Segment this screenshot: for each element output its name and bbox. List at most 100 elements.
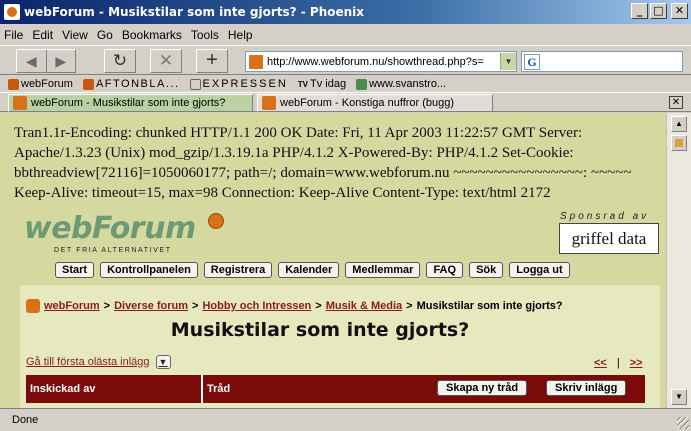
logo-wordmark: webForum <box>24 211 196 246</box>
reply-button[interactable]: Skriv inlägg <box>546 380 627 396</box>
bookmark-label: EXPRESSEN <box>202 78 288 90</box>
breadcrumb-separator: > <box>192 300 199 312</box>
tab-label: webForum - Konstiga nuffror (bugg) <box>280 97 455 109</box>
logout-button[interactable]: Logga ut <box>509 262 570 278</box>
raw-http-header-text: Tran1.1r-Encoding: chunked HTTP/1.1 200 … <box>14 125 632 201</box>
menu-tools[interactable]: Tools <box>191 28 219 42</box>
calendar-button[interactable]: Kalender <box>278 262 340 278</box>
page-content: Tran1.1r-Encoding: chunked HTTP/1.1 200 … <box>0 113 666 408</box>
menu-go[interactable]: Go <box>97 28 113 42</box>
menu-bookmarks[interactable]: Bookmarks <box>122 28 182 42</box>
vertical-scrollbar[interactable]: ▲ ▼ <box>666 113 691 408</box>
menu-edit[interactable]: Edit <box>32 28 53 42</box>
menu-view[interactable]: View <box>62 28 88 42</box>
tab-label: webForum - Musikstilar som inte gjorts? <box>31 97 226 109</box>
google-search-icon[interactable]: G <box>524 53 540 70</box>
column-thread: Tråd <box>207 383 231 395</box>
menu-help[interactable]: Help <box>228 28 253 42</box>
breadcrumb-musik-media[interactable]: Musik & Media <box>326 300 402 312</box>
tv-icon: TV <box>297 79 308 89</box>
status-bar: Done <box>0 408 691 431</box>
bookmark-icon <box>356 78 368 90</box>
phoenix-app-icon <box>4 4 20 20</box>
close-window-button[interactable]: ✕ <box>671 3 688 19</box>
members-button[interactable]: Medlemmar <box>345 262 421 278</box>
webforum-favicon-icon <box>262 96 276 110</box>
first-unread-label: Gå till första olästa inlägg <box>26 356 150 368</box>
back-button[interactable]: ◀ <box>17 50 46 72</box>
column-divider <box>201 375 203 403</box>
window-title: webForum - Musikstilar som inte gjorts? … <box>24 5 365 19</box>
bookmark-aftonbladet[interactable]: AFTONBLA... <box>82 78 180 90</box>
prev-thread-link[interactable]: << <box>594 357 607 369</box>
title-bar: webForum - Musikstilar som inte gjorts? … <box>0 0 691 24</box>
sponsor-banner[interactable]: griffel data <box>559 223 659 254</box>
pager: << | >> <box>594 357 643 369</box>
start-button[interactable]: Start <box>55 262 95 278</box>
bookmark-tv-idag[interactable]: TV Tv idag <box>298 78 346 90</box>
tab-musikstilar[interactable]: webForum - Musikstilar som inte gjorts? <box>8 94 253 112</box>
navigation-toolbar: ◀ ▶ ↻ ✕ + http://www.webforum.nu/showthr… <box>0 45 691 75</box>
new-thread-button[interactable]: Skapa ny tråd <box>437 380 528 396</box>
bookmarks-bar: webForum AFTONBLA... EXPRESSEN TV Tv ida… <box>0 76 691 93</box>
breadcrumb-current: Musikstilar som inte gjorts? <box>416 300 563 312</box>
logo-tagline: DET FRIA ALTERNATIVET <box>54 247 172 254</box>
posts-table-header: Inskickad av Tråd Skapa ny tråd Skriv in… <box>26 375 645 403</box>
forum-nav-buttons: Start Kontrollpanelen Registrera Kalende… <box>55 262 570 278</box>
minimize-button[interactable]: _ <box>631 3 648 19</box>
breadcrumb-separator: > <box>103 300 111 312</box>
tab-konstiga-nuffror[interactable]: webForum - Konstiga nuffror (bugg) <box>257 94 493 112</box>
webforum-small-icon <box>26 299 40 313</box>
scroll-down-icon[interactable]: ▼ <box>671 389 687 405</box>
bookmark-svanstrom[interactable]: www.svanstro... <box>356 78 446 90</box>
breadcrumb-webforum[interactable]: webForum <box>44 300 100 312</box>
maximize-button[interactable]: □ <box>650 3 667 19</box>
pager-separator: | <box>616 357 620 369</box>
search-bar[interactable]: G <box>521 51 683 72</box>
breadcrumb-separator: > <box>315 300 322 312</box>
logo-badge-icon <box>208 213 224 229</box>
back-forward-group: ◀ ▶ <box>16 49 76 73</box>
bookmark-icon <box>189 78 201 90</box>
bookmark-expressen[interactable]: EXPRESSEN <box>189 78 288 90</box>
breadcrumb: webForum > Diverse forum > Hobby och Int… <box>26 299 563 313</box>
breadcrumb-separator: > <box>406 300 413 312</box>
thread-title: Musikstilar som inte gjorts? <box>170 319 470 341</box>
stop-button[interactable]: ✕ <box>150 49 182 73</box>
status-text: Done <box>12 414 39 426</box>
next-thread-link[interactable]: >> <box>630 357 643 369</box>
breadcrumb-hobby[interactable]: Hobby och Intressen <box>202 300 311 312</box>
window-controls: _ □ ✕ <box>631 3 688 19</box>
url-dropdown-icon[interactable]: ▼ <box>500 53 516 70</box>
tab-bar: webForum - Musikstilar som inte gjorts? … <box>0 94 691 112</box>
arrow-down-icon[interactable]: ▼ <box>155 355 171 369</box>
forward-button[interactable]: ▶ <box>45 50 76 72</box>
sponsor-label: Sponsrad av <box>560 211 650 222</box>
bookmark-webforum[interactable]: webForum <box>8 78 73 90</box>
bookmark-label: AFTONBLA... <box>95 78 180 90</box>
site-favicon-icon <box>248 53 264 70</box>
register-button[interactable]: Registrera <box>203 262 273 278</box>
webforum-favicon-icon <box>13 96 27 110</box>
menu-file[interactable]: File <box>4 28 23 42</box>
close-tab-icon[interactable]: ✕ <box>669 96 683 109</box>
bookmark-label: www.svanstro... <box>369 78 447 90</box>
url-bar[interactable]: http://www.webforum.nu/showthread.php?s=… <box>245 51 517 72</box>
bookmark-icon <box>82 78 94 90</box>
breadcrumb-diverse-forum[interactable]: Diverse forum <box>114 300 188 312</box>
url-input[interactable]: http://www.webforum.nu/showthread.php?s= <box>267 56 500 68</box>
control-panel-button[interactable]: Kontrollpanelen <box>100 262 198 278</box>
column-author: Inskickad av <box>30 383 96 395</box>
bookmark-label: webForum <box>21 78 73 90</box>
scroll-up-icon[interactable]: ▲ <box>671 116 687 132</box>
new-tab-button[interactable]: + <box>196 49 228 73</box>
reload-button[interactable]: ↻ <box>104 49 136 73</box>
search-button[interactable]: Sök <box>469 262 504 278</box>
faq-button[interactable]: FAQ <box>426 262 464 278</box>
thread-panel: webForum > Diverse forum > Hobby och Int… <box>20 285 660 408</box>
bookmark-label: Tv idag <box>310 78 347 90</box>
webforum-logo[interactable]: webForum DET FRIA ALTERNATIVET <box>24 211 234 261</box>
resize-grip-icon[interactable] <box>677 417 689 429</box>
first-unread-link[interactable]: Gå till första olästa inlägg ▼ <box>26 355 171 369</box>
scroll-thumb[interactable] <box>671 135 687 151</box>
